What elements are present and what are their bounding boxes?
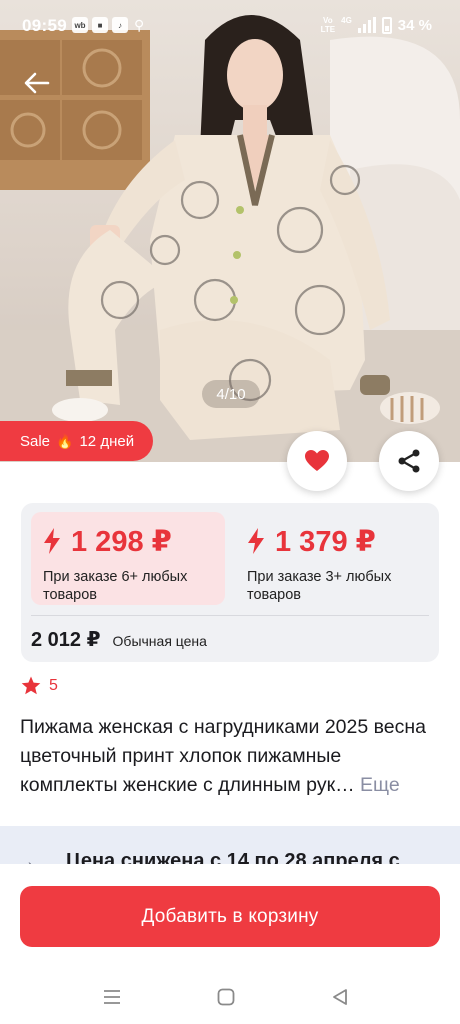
price-option-6plus[interactable]: 1 298 ₽ При заказе 6+ любых товаров (31, 512, 225, 605)
network-type: 4G (341, 16, 352, 25)
sale-badge: Sale 🔥 12 дней (0, 421, 153, 461)
arrow-left-icon (24, 72, 50, 94)
home-icon (217, 988, 235, 1006)
status-bar: 09:59 wb ■ ♪ ⚲ Vo LTE 4G 34 % (0, 0, 460, 52)
regular-price: 2 012 ₽ Обычная цена (31, 627, 207, 652)
status-right: Vo LTE 4G 34 % (321, 16, 432, 34)
menu-icon (104, 990, 120, 1004)
tiktok-icon: ♪ (112, 17, 128, 33)
price-card: 1 298 ₽ При заказе 6+ любых товаров 1 37… (21, 503, 439, 662)
regular-price-label: Обычная цена (112, 633, 207, 649)
fire-icon: 🔥 (56, 432, 74, 449)
product-title: Пижама женская с нагрудниками 2025 весна… (20, 713, 440, 800)
star-icon (21, 676, 41, 695)
lightning-icon (248, 528, 264, 554)
battery-level: 34 % (397, 16, 432, 34)
lightning-icon (44, 528, 60, 554)
price-amount: 1 298 ₽ (43, 522, 213, 560)
sale-label: Sale (20, 432, 51, 450)
back-button[interactable] (20, 66, 54, 100)
price-value: 1 298 ₽ (71, 525, 172, 558)
share-button[interactable] (379, 431, 439, 491)
favorite-button[interactable] (287, 431, 347, 491)
search-status-icon: ⚲ (134, 17, 145, 33)
add-to-cart-button[interactable]: Добавить в корзину (20, 886, 440, 947)
rating[interactable]: 5 (21, 676, 58, 695)
price-condition: При заказе 3+ любых товаров (247, 569, 392, 603)
back-nav-button[interactable] (325, 982, 355, 1012)
signal-icon (357, 17, 376, 33)
more-link[interactable]: Еще (360, 774, 400, 796)
price-amount: 1 379 ₽ (247, 522, 417, 560)
price-option-3plus[interactable]: 1 379 ₽ При заказе 3+ любых товаров (235, 512, 429, 605)
regular-price-value: 2 012 ₽ (31, 629, 101, 651)
back-triangle-icon (333, 989, 347, 1005)
recent-apps-button[interactable] (97, 982, 127, 1012)
system-navigation-bar (0, 972, 460, 1020)
price-condition: При заказе 6+ любых товаров (43, 569, 188, 603)
bottom-panel: Добавить в корзину (0, 864, 460, 1024)
price-value: 1 379 ₽ (275, 525, 376, 558)
volte-icon: Vo LTE (320, 16, 336, 34)
wb-icon: wb (72, 17, 88, 33)
rating-value: 5 (49, 676, 58, 694)
battery-icon (381, 16, 392, 34)
home-button[interactable] (211, 982, 241, 1012)
gallery-counter: 4/10 (202, 380, 260, 408)
status-time: 09:59 (22, 16, 67, 35)
divider (31, 615, 429, 616)
status-app-icons: wb ■ ♪ ⚲ (72, 17, 144, 34)
share-icon (398, 449, 420, 473)
heart-icon (305, 450, 329, 471)
app-icon: ■ (92, 17, 108, 33)
sale-days: 12 дней (79, 432, 135, 450)
